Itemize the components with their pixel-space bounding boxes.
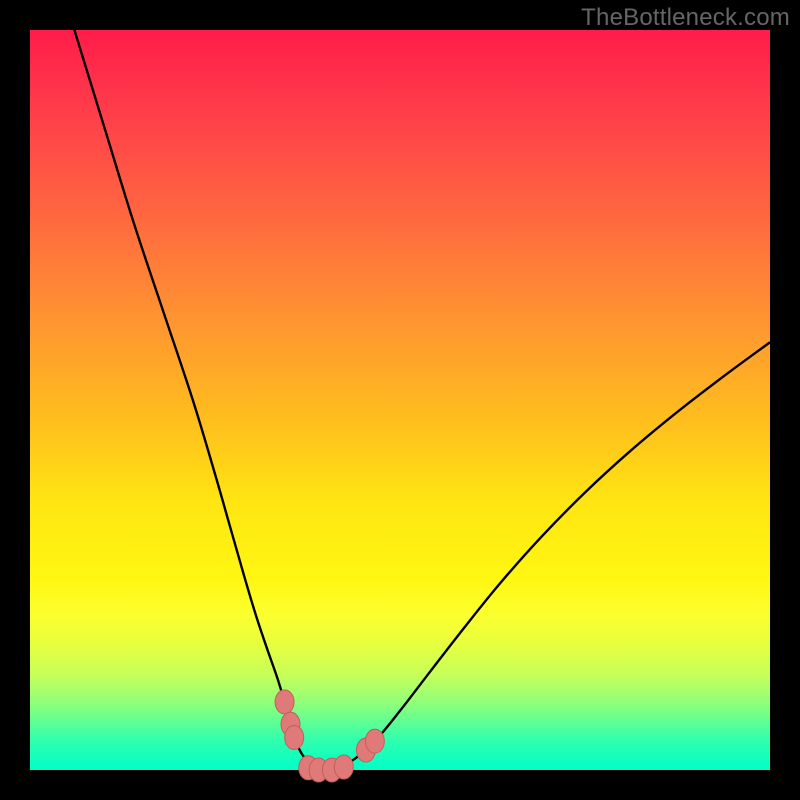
outer-frame: TheBottleneck.com <box>0 0 800 800</box>
left-curve <box>74 30 326 770</box>
chart-markers <box>275 690 384 782</box>
right-curve <box>326 342 770 770</box>
data-marker <box>275 690 294 714</box>
data-marker <box>285 725 304 749</box>
data-marker <box>365 729 384 753</box>
watermark-text: TheBottleneck.com <box>581 4 790 32</box>
chart-svg <box>30 30 770 770</box>
chart-plot-area <box>30 30 770 770</box>
data-marker <box>334 755 353 779</box>
